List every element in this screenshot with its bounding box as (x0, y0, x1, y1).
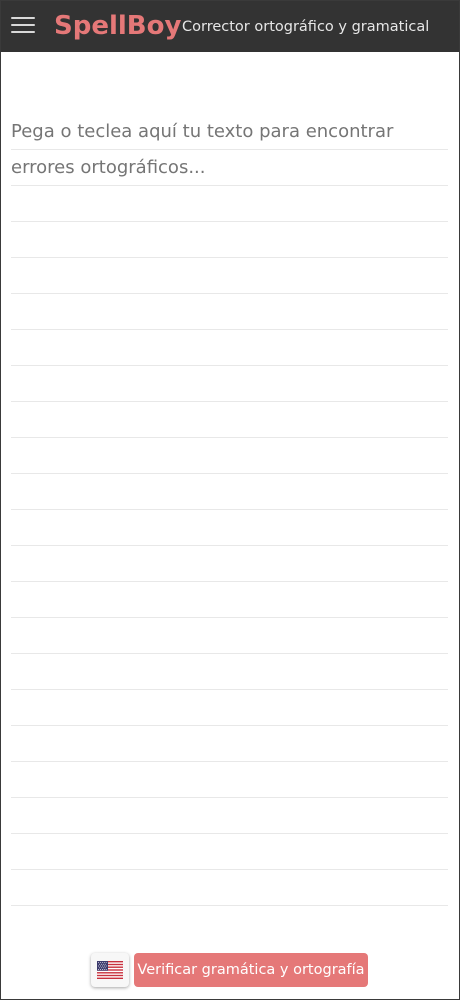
action-bar: Verificar gramática y ortografía (1, 936, 459, 999)
text-input[interactable] (11, 114, 448, 936)
brand-logo[interactable]: SpellBoy (54, 10, 181, 42)
menu-line (11, 24, 35, 26)
us-flag-icon (97, 961, 123, 979)
app-window: SpellBoy Corrector ortográfico y gramati… (0, 0, 460, 1000)
menu-line (11, 17, 35, 19)
hamburger-menu-icon[interactable] (11, 15, 35, 35)
text-editor-area (11, 114, 448, 936)
menu-line (11, 31, 35, 33)
check-spelling-button[interactable]: Verificar gramática y ortografía (134, 953, 368, 987)
tagline: Corrector ortográfico y gramatical (182, 19, 430, 35)
language-selector-button[interactable] (91, 953, 129, 987)
top-bar: SpellBoy Corrector ortográfico y gramati… (1, 1, 459, 52)
